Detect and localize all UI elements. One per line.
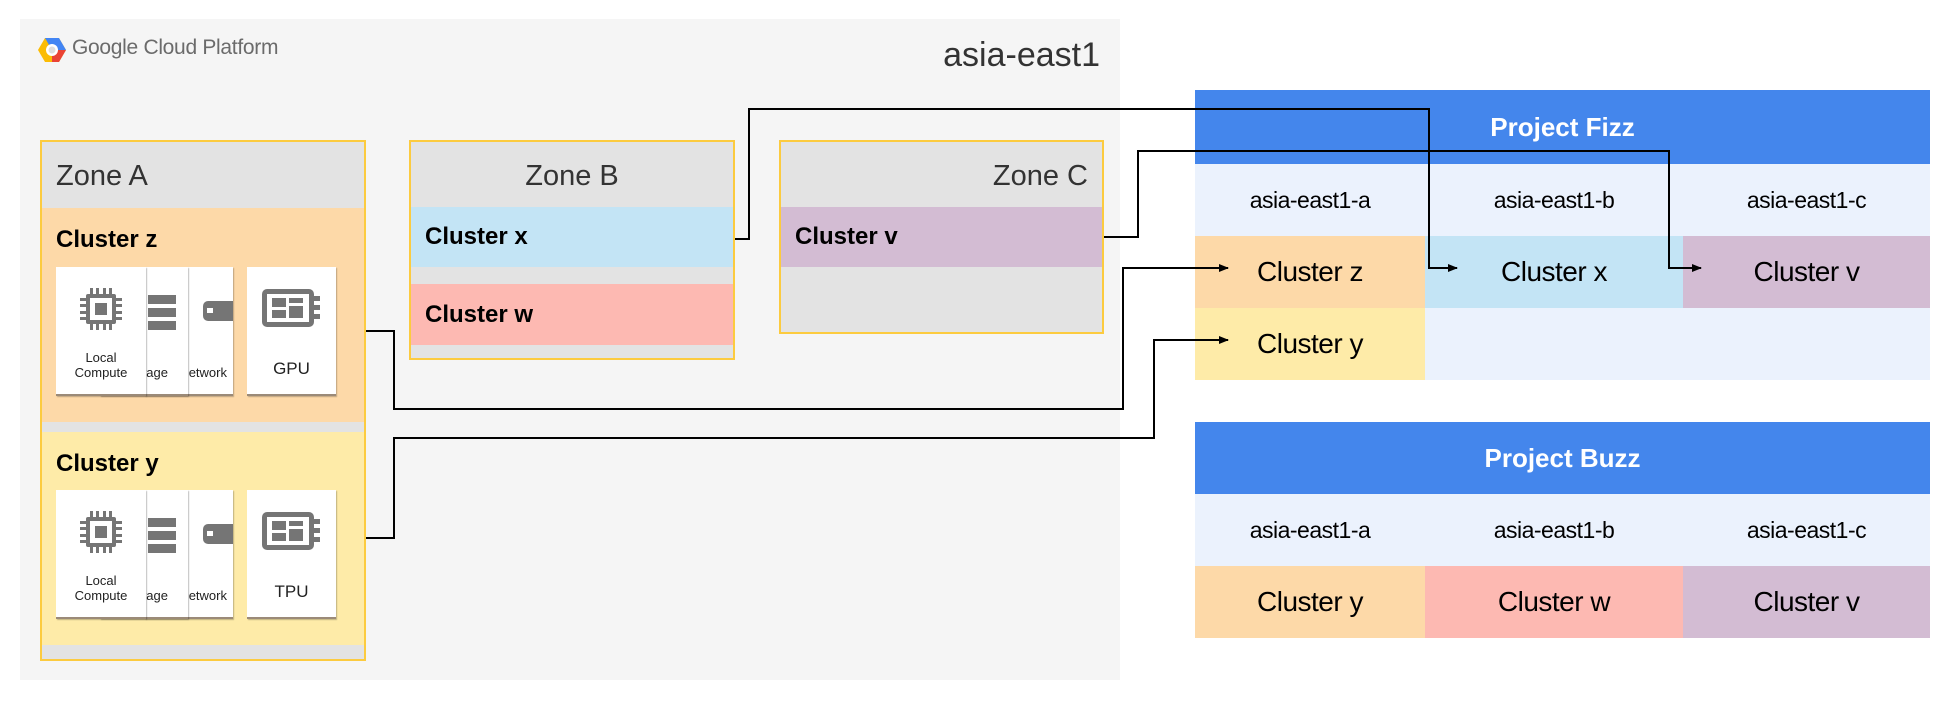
brand-name: Google Cloud Platform bbox=[72, 36, 279, 59]
cluster-x: Cluster x bbox=[411, 207, 733, 267]
fizz-cluster-z: Cluster z bbox=[1195, 236, 1425, 308]
gcp-logo-icon bbox=[38, 38, 66, 62]
cluster-w: Cluster w bbox=[411, 284, 733, 345]
gpu-icon bbox=[260, 287, 322, 332]
tpu-card: TPU bbox=[247, 490, 336, 619]
zone-title: Zone C bbox=[992, 160, 1088, 192]
cluster-title: Cluster y bbox=[56, 450, 159, 477]
storage-icon bbox=[146, 516, 178, 559]
zone-column-header: asia-east1-a bbox=[1195, 164, 1425, 236]
fizz-cluster-x: Cluster x bbox=[1425, 236, 1683, 308]
buzz-cluster-w: Cluster w bbox=[1425, 566, 1683, 638]
storage-icon bbox=[146, 293, 178, 336]
region-label: asia-east1 bbox=[943, 36, 1100, 74]
network-icon bbox=[203, 301, 233, 324]
tpu-icon bbox=[260, 510, 322, 555]
buzz-cluster-v: Cluster v bbox=[1683, 566, 1930, 638]
fizz-cluster-y: Cluster y bbox=[1195, 308, 1425, 380]
cpu-chip-icon bbox=[78, 286, 124, 335]
network-icon bbox=[203, 524, 233, 547]
zone-title: Zone A bbox=[56, 160, 148, 192]
project-buzz-header: Project Buzz bbox=[1195, 422, 1930, 494]
cluster-v: Cluster v bbox=[781, 207, 1102, 267]
gpu-card: GPU bbox=[247, 267, 336, 396]
buzz-cluster-y: Cluster y bbox=[1195, 566, 1425, 638]
local-compute-card: Local Compute bbox=[56, 267, 146, 396]
zone-column-header: asia-east1-a bbox=[1195, 494, 1425, 566]
project-fizz-header: Project Fizz bbox=[1195, 90, 1930, 164]
card-label: Local Compute bbox=[74, 350, 128, 380]
zone-column-header: asia-east1-b bbox=[1425, 494, 1683, 566]
zone-title: Zone B bbox=[525, 160, 619, 192]
card-label: TPU bbox=[274, 582, 309, 601]
cpu-chip-icon bbox=[78, 509, 124, 558]
empty-cell bbox=[1425, 308, 1930, 380]
local-compute-card: Local Compute bbox=[56, 490, 146, 619]
zone-column-header: asia-east1-c bbox=[1683, 494, 1930, 566]
card-label: GPU bbox=[273, 359, 310, 378]
card-label: Local Compute bbox=[74, 573, 128, 603]
zone-column-header: asia-east1-b bbox=[1425, 164, 1683, 236]
fizz-cluster-v: Cluster v bbox=[1683, 236, 1930, 308]
cluster-title: Cluster z bbox=[56, 226, 158, 253]
zone-column-header: asia-east1-c bbox=[1683, 164, 1930, 236]
